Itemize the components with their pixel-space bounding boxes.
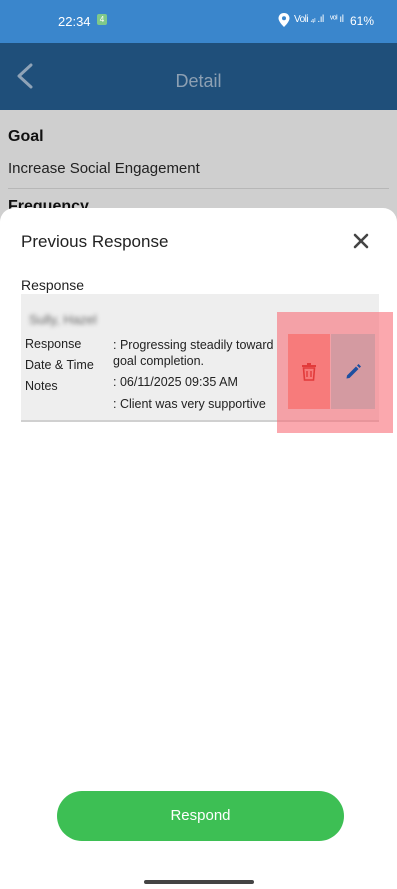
datetime-value: : 06/11/2025 09:35 AM (113, 375, 238, 389)
location-icon (278, 13, 290, 27)
battery-level: 61% (350, 14, 375, 28)
respond-button[interactable]: Respond (57, 791, 344, 841)
close-icon[interactable] (352, 232, 370, 250)
notification-badge-icon: 4 (97, 14, 107, 25)
trash-icon (302, 362, 316, 381)
response-value: : Progressing steadily toward goal compl… (113, 338, 274, 368)
sheet-title: Previous Response (21, 232, 169, 251)
status-time: 22:34 (58, 14, 91, 29)
pencil-icon (346, 364, 361, 379)
app-bar: Detail (0, 43, 397, 110)
divider (8, 188, 389, 189)
previous-response-sheet: Previous Response Response Sully, Hazel … (0, 208, 397, 889)
response-label: Response (25, 337, 82, 351)
goal-label: Goal (8, 128, 44, 145)
signal-icon-2: ᵛᵒᴵ ıl (330, 14, 344, 25)
notes-value: : Client was very supportive (113, 397, 266, 411)
delete-button[interactable] (288, 334, 330, 409)
signal-icon: Voli ₄ₗ .ıl (294, 14, 324, 25)
page-title: Detail (175, 71, 222, 91)
edit-button[interactable] (331, 334, 375, 409)
status-bar: 22:34 4 Voli ₄ₗ .ıl ᵛᵒᴵ ıl 61% (0, 0, 397, 43)
responder-name: Sully, Hazel (29, 312, 97, 327)
goal-value: Increase Social Engagement (8, 160, 200, 177)
notes-label: Notes (25, 379, 58, 393)
datetime-label: Date & Time (25, 358, 94, 372)
home-indicator[interactable] (144, 880, 254, 884)
response-section-label: Response (21, 277, 85, 293)
